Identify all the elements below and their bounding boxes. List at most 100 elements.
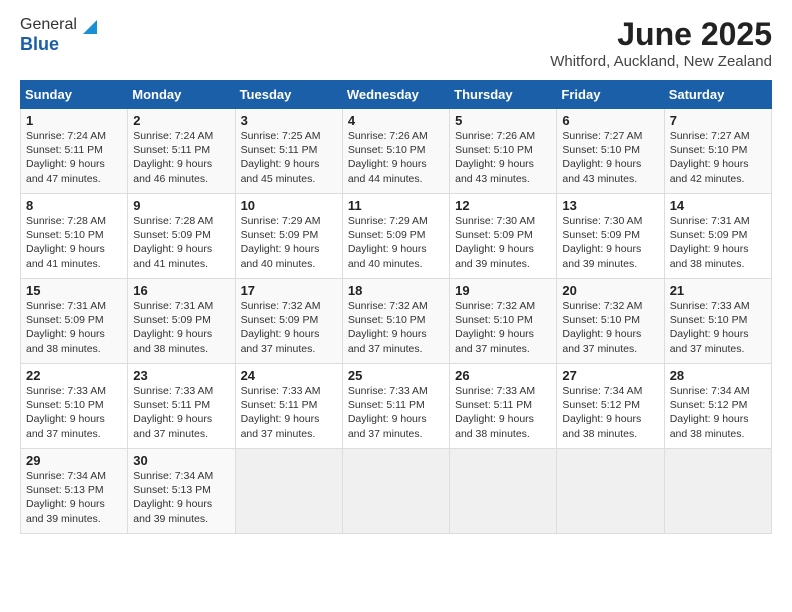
day-number: 4 [348, 113, 444, 128]
day-info: Sunrise: 7:34 AMSunset: 5:13 PMDaylight:… [26, 470, 106, 525]
table-row: 5Sunrise: 7:26 AMSunset: 5:10 PMDaylight… [450, 109, 557, 194]
col-sunday: Sunday [21, 81, 128, 109]
table-row: 12Sunrise: 7:30 AMSunset: 5:09 PMDayligh… [450, 194, 557, 279]
table-row: 23 Sunrise: 7:33 AMSunset: 5:11 PMDayligh… [128, 364, 235, 449]
col-thursday: Thursday [450, 81, 557, 109]
day-number: 24 [241, 368, 337, 383]
day-info: Sunrise: 7:31 AMSunset: 5:09 PMDaylight:… [670, 215, 750, 270]
day-number: 9 [133, 198, 229, 213]
calendar-week-row: 15 Sunrise: 7:31 AMSunset: 5:09 PMDayligh… [21, 279, 772, 364]
day-number: 2 [133, 113, 229, 128]
day-info: Sunrise: 7:32 AMSunset: 5:09 PMDaylight:… [241, 300, 321, 355]
day-info: Sunrise: 7:32 AMSunset: 5:10 PMDaylight:… [455, 300, 535, 355]
day-info: Sunrise: 7:30 AMSunset: 5:09 PMDaylight:… [562, 215, 642, 270]
day-info: Sunrise: 7:34 AMSunset: 5:12 PMDaylight:… [670, 385, 750, 440]
logo: General Blue [20, 16, 97, 55]
table-row: 10Sunrise: 7:29 AMSunset: 5:09 PMDayligh… [235, 194, 342, 279]
day-info: Sunrise: 7:33 AMSunset: 5:10 PMDaylight:… [670, 300, 750, 355]
day-number: 1 [26, 113, 122, 128]
table-row [235, 449, 342, 534]
day-number: 14 [670, 198, 766, 213]
table-row: 28Sunrise: 7:34 AMSunset: 5:12 PMDayligh… [664, 364, 771, 449]
day-number: 20 [562, 283, 658, 298]
day-info: Sunrise: 7:33 AMSunset: 5:11 PMDaylight:… [348, 385, 428, 440]
day-number: 13 [562, 198, 658, 213]
day-number: 23 [133, 368, 229, 383]
day-info: Sunrise: 7:26 AMSunset: 5:10 PMDaylight:… [348, 130, 428, 185]
table-row: 18 Sunrise: 7:32 AMSunset: 5:10 PMDayligh… [342, 279, 449, 364]
page: General Blue June 2025 Whitford, Aucklan… [0, 0, 792, 612]
day-info: Sunrise: 7:33 AMSunset: 5:11 PMDaylight:… [455, 385, 535, 440]
day-number: 29 [26, 453, 122, 468]
table-row: 20 Sunrise: 7:32 AMSunset: 5:10 PMDayligh… [557, 279, 664, 364]
col-tuesday: Tuesday [235, 81, 342, 109]
table-row: 2 Sunrise: 7:24 AMSunset: 5:11 PMDaylight… [128, 109, 235, 194]
table-row: 15 Sunrise: 7:31 AMSunset: 5:09 PMDayligh… [21, 279, 128, 364]
table-row: 30Sunrise: 7:34 AMSunset: 5:13 PMDayligh… [128, 449, 235, 534]
calendar-week-row: 29 Sunrise: 7:34 AMSunset: 5:13 PMDayligh… [21, 449, 772, 534]
table-row: 4 Sunrise: 7:26 AMSunset: 5:10 PMDaylight… [342, 109, 449, 194]
day-info: Sunrise: 7:33 AMSunset: 5:11 PMDaylight:… [241, 385, 321, 440]
day-info: Sunrise: 7:28 AMSunset: 5:09 PMDaylight:… [133, 215, 213, 270]
col-friday: Friday [557, 81, 664, 109]
logo-blue-text: Blue [20, 34, 59, 54]
calendar-week-row: 22 Sunrise: 7:33 AMSunset: 5:10 PMDayligh… [21, 364, 772, 449]
day-info: Sunrise: 7:31 AMSunset: 5:09 PMDaylight:… [26, 300, 106, 355]
table-row: 7 Sunrise: 7:27 AMSunset: 5:10 PMDaylight… [664, 109, 771, 194]
day-number: 26 [455, 368, 551, 383]
day-info: Sunrise: 7:24 AMSunset: 5:11 PMDaylight:… [26, 130, 106, 185]
table-row: 3 Sunrise: 7:25 AMSunset: 5:11 PMDaylight… [235, 109, 342, 194]
day-number: 8 [26, 198, 122, 213]
table-row: 25 Sunrise: 7:33 AMSunset: 5:11 PMDayligh… [342, 364, 449, 449]
day-number: 21 [670, 283, 766, 298]
day-number: 25 [348, 368, 444, 383]
day-number: 27 [562, 368, 658, 383]
table-row: 6 Sunrise: 7:27 AMSunset: 5:10 PMDaylight… [557, 109, 664, 194]
day-info: Sunrise: 7:24 AMSunset: 5:11 PMDaylight:… [133, 130, 213, 185]
day-number: 19 [455, 283, 551, 298]
table-row: 1 Sunrise: 7:24 AMSunset: 5:11 PMDaylight… [21, 109, 128, 194]
day-number: 3 [241, 113, 337, 128]
day-info: Sunrise: 7:33 AMSunset: 5:10 PMDaylight:… [26, 385, 106, 440]
day-info: Sunrise: 7:32 AMSunset: 5:10 PMDaylight:… [562, 300, 642, 355]
calendar-week-row: 1 Sunrise: 7:24 AMSunset: 5:11 PMDaylight… [21, 109, 772, 194]
logo-general-text: General [20, 16, 77, 34]
day-number: 18 [348, 283, 444, 298]
day-info: Sunrise: 7:25 AMSunset: 5:11 PMDaylight:… [241, 130, 321, 185]
calendar-table: Sunday Monday Tuesday Wednesday Thursday… [20, 80, 772, 534]
table-row: 13 Sunrise: 7:30 AMSunset: 5:09 PMDayligh… [557, 194, 664, 279]
day-number: 11 [348, 198, 444, 213]
day-number: 6 [562, 113, 658, 128]
calendar-week-row: 8 Sunrise: 7:28 AMSunset: 5:10 PMDaylight… [21, 194, 772, 279]
table-row: 14 Sunrise: 7:31 AMSunset: 5:09 PMDayligh… [664, 194, 771, 279]
day-info: Sunrise: 7:34 AMSunset: 5:12 PMDaylight:… [562, 385, 642, 440]
day-info: Sunrise: 7:32 AMSunset: 5:10 PMDaylight:… [348, 300, 428, 355]
table-row: 16Sunrise: 7:31 AMSunset: 5:09 PMDayligh… [128, 279, 235, 364]
month-title: June 2025 [550, 16, 772, 53]
day-number: 7 [670, 113, 766, 128]
table-row [557, 449, 664, 534]
day-info: Sunrise: 7:33 AMSunset: 5:11 PMDaylight:… [133, 385, 213, 440]
location: Whitford, Auckland, New Zealand [550, 53, 772, 70]
table-row: 24 Sunrise: 7:33 AMSunset: 5:11 PMDayligh… [235, 364, 342, 449]
day-number: 17 [241, 283, 337, 298]
day-number: 5 [455, 113, 551, 128]
day-number: 12 [455, 198, 551, 213]
col-monday: Monday [128, 81, 235, 109]
table-row: 27 Sunrise: 7:34 AMSunset: 5:12 PMDayligh… [557, 364, 664, 449]
header: General Blue June 2025 Whitford, Aucklan… [20, 16, 772, 70]
day-info: Sunrise: 7:28 AMSunset: 5:10 PMDaylight:… [26, 215, 106, 270]
day-number: 15 [26, 283, 122, 298]
calendar-header-row: Sunday Monday Tuesday Wednesday Thursday… [21, 81, 772, 109]
table-row: 26 Sunrise: 7:33 AMSunset: 5:11 PMDayligh… [450, 364, 557, 449]
day-info: Sunrise: 7:27 AMSunset: 5:10 PMDaylight:… [670, 130, 750, 185]
day-number: 10 [241, 198, 337, 213]
day-info: Sunrise: 7:27 AMSunset: 5:10 PMDaylight:… [562, 130, 642, 185]
table-row: 17 Sunrise: 7:32 AMSunset: 5:09 PMDayligh… [235, 279, 342, 364]
day-number: 22 [26, 368, 122, 383]
day-info: Sunrise: 7:34 AMSunset: 5:13 PMDaylight:… [133, 470, 213, 525]
logo-arrow-icon [79, 16, 97, 34]
col-wednesday: Wednesday [342, 81, 449, 109]
table-row [664, 449, 771, 534]
table-row [342, 449, 449, 534]
